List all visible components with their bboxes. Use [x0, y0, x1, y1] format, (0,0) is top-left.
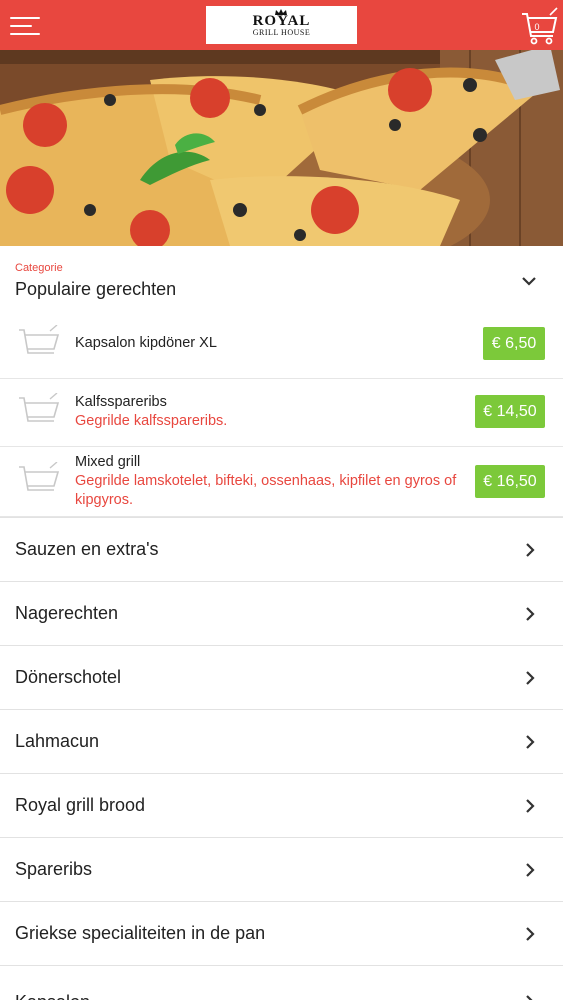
add-to-cart-icon[interactable]: [18, 393, 60, 429]
category-row-label: Lahmacun: [15, 731, 100, 751]
hero-pizza-image: [0, 50, 563, 246]
hamburger-menu-icon[interactable]: [10, 15, 42, 37]
chevron-down-icon[interactable]: [520, 274, 538, 288]
category-row-royal-grill-brood[interactable]: Royal grill brood: [0, 773, 563, 837]
cart-button[interactable]: 0: [520, 6, 560, 46]
chevron-right-icon: [526, 927, 535, 941]
dish-row[interactable]: Mixed grill Gegrilde lamskotelet, biftek…: [0, 447, 563, 517]
category-row-label: Kapsalon: [15, 992, 90, 1000]
crown-icon: [275, 9, 287, 15]
royal-grill-house-logo[interactable]: ROYAL GRILL HOUSE: [206, 6, 357, 44]
chevron-right-icon: [526, 799, 535, 813]
category-row-griekse[interactable]: Griekse specialiteiten in de pan: [0, 901, 563, 965]
chevron-right-icon: [526, 607, 535, 621]
category-row-label: Spareribs: [15, 859, 93, 879]
price-button[interactable]: € 14,50: [475, 395, 545, 428]
chevron-right-icon: [526, 863, 535, 877]
logo-title: ROYAL: [252, 13, 311, 29]
category-label: Categorie: [15, 262, 63, 274]
add-to-cart-icon[interactable]: [18, 462, 60, 498]
dish-description: Gegrilde kalfsspareribs.: [75, 413, 228, 429]
chevron-right-icon: [526, 671, 535, 685]
add-to-cart-icon[interactable]: [18, 325, 60, 361]
category-row-label: Sauzen en extra's: [15, 539, 159, 559]
top-bar: ROYAL GRILL HOUSE 0: [0, 0, 563, 50]
category-row-lahmacun[interactable]: Lahmacun: [0, 709, 563, 773]
category-row-sauzen[interactable]: Sauzen en extra's: [0, 517, 563, 581]
category-row-kapsalon[interactable]: Kapsalon: [0, 965, 563, 1000]
chevron-right-icon: [526, 543, 535, 557]
category-row-donerschotel[interactable]: Dönerschotel: [0, 645, 563, 709]
dish-name: Mixed grill: [75, 454, 141, 470]
dish-row[interactable]: Kapsalon kipdöner XL € 6,50: [0, 311, 563, 379]
dish-description: Gegrilde lamskotelet, bifteki, ossenhaas…: [75, 473, 457, 508]
logo-subtitle: GRILL HOUSE: [252, 28, 311, 37]
category-row-label: Dönerschotel: [15, 667, 122, 687]
category-row-spareribs[interactable]: Spareribs: [0, 837, 563, 901]
price-button[interactable]: € 6,50: [483, 327, 545, 360]
cart-count-badge: 0: [534, 22, 540, 32]
category-title: Populaire gerechten: [15, 279, 177, 299]
dish-row[interactable]: Kalfsspareribs Gegrilde kalfsspareribs. …: [0, 379, 563, 447]
chevron-right-icon: [526, 995, 533, 1000]
chevron-right-icon: [526, 735, 535, 749]
dish-name: Kalfsspareribs: [75, 394, 167, 410]
dish-name: Kapsalon kipdöner XL: [75, 335, 217, 351]
category-row-label: Griekse specialiteiten in de pan: [15, 923, 266, 943]
category-row-label: Nagerechten: [15, 603, 119, 623]
category-row-label: Royal grill brood: [15, 795, 146, 815]
category-row-nagerechten[interactable]: Nagerechten: [0, 581, 563, 645]
price-button[interactable]: € 16,50: [475, 465, 545, 498]
